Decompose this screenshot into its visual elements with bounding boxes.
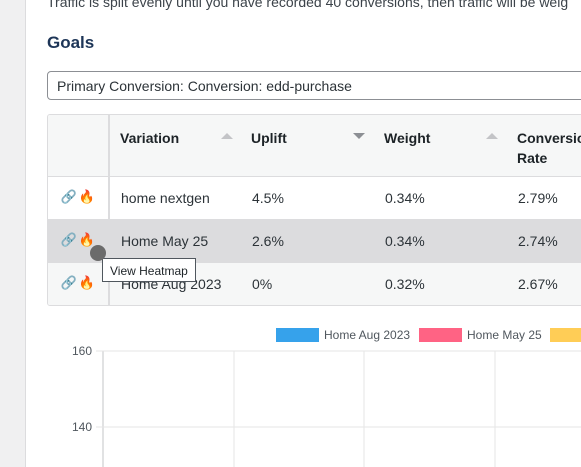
header-conversion-line1: Conversio xyxy=(517,130,581,146)
mouse-cursor xyxy=(90,245,106,261)
header-uplift[interactable]: Uplift xyxy=(251,128,287,148)
header-conversion-line2: Rate xyxy=(517,150,548,166)
conversion-rate-value: 2.67% xyxy=(518,276,558,292)
chart-y-axis: 160 140 xyxy=(72,344,92,434)
y-tick-label: 140 xyxy=(72,420,92,434)
link-icon[interactable]: 🔗 xyxy=(60,189,78,205)
chart-grid xyxy=(96,350,581,467)
fire-icon[interactable]: 🔥 xyxy=(78,189,96,205)
conversion-chart: 160 140 xyxy=(72,344,581,467)
goal-select[interactable]: Primary Conversion: Conversion: edd-purc… xyxy=(47,71,581,100)
uplift-value: 2.6% xyxy=(252,233,284,249)
uplift-value: 4.5% xyxy=(252,190,284,206)
sort-asc-icon[interactable] xyxy=(486,133,498,139)
goals-heading: Goals xyxy=(47,33,95,52)
view-heatmap-tooltip: View Heatmap xyxy=(102,258,196,282)
fire-icon[interactable]: 🔥 xyxy=(78,275,96,291)
table-row: 🔗 🔥 home nextgen 4.5% 0.34% 2.79% xyxy=(48,177,581,220)
variation-name: Home May 25 xyxy=(121,233,209,249)
header-weight[interactable]: Weight xyxy=(384,128,430,148)
test-results-panel: Traffic is split evenly until you have r… xyxy=(25,0,581,467)
variation-name: home nextgen xyxy=(121,190,210,206)
table-header: Variation Uplift Weight Conversio Rate xyxy=(48,115,581,177)
sort-desc-icon[interactable] xyxy=(353,133,365,139)
uplift-value: 0% xyxy=(252,276,273,292)
link-icon[interactable]: 🔗 xyxy=(60,275,78,291)
conversion-rate-value: 2.79% xyxy=(518,190,558,206)
row-actions: 🔗 🔥 xyxy=(60,232,96,248)
header-conversion-rate[interactable]: Conversio Rate xyxy=(517,128,581,168)
weight-value: 0.34% xyxy=(385,190,425,206)
traffic-split-description: Traffic is split evenly until you have r… xyxy=(47,0,569,10)
row-actions: 🔗 🔥 xyxy=(60,275,96,291)
weight-value: 0.32% xyxy=(385,276,425,292)
conversion-rate-value: 2.74% xyxy=(518,233,558,249)
row-actions: 🔗 🔥 xyxy=(60,189,96,205)
sort-asc-icon[interactable] xyxy=(221,133,233,139)
admin-sidebar-edge xyxy=(0,0,25,467)
link-icon[interactable]: 🔗 xyxy=(60,232,78,248)
table-row: 🔗 🔥 Home May 25 2.6% 0.34% 2.74% xyxy=(48,220,581,263)
header-variation[interactable]: Variation xyxy=(120,128,179,148)
weight-value: 0.34% xyxy=(385,233,425,249)
y-tick-label: 160 xyxy=(72,344,92,358)
